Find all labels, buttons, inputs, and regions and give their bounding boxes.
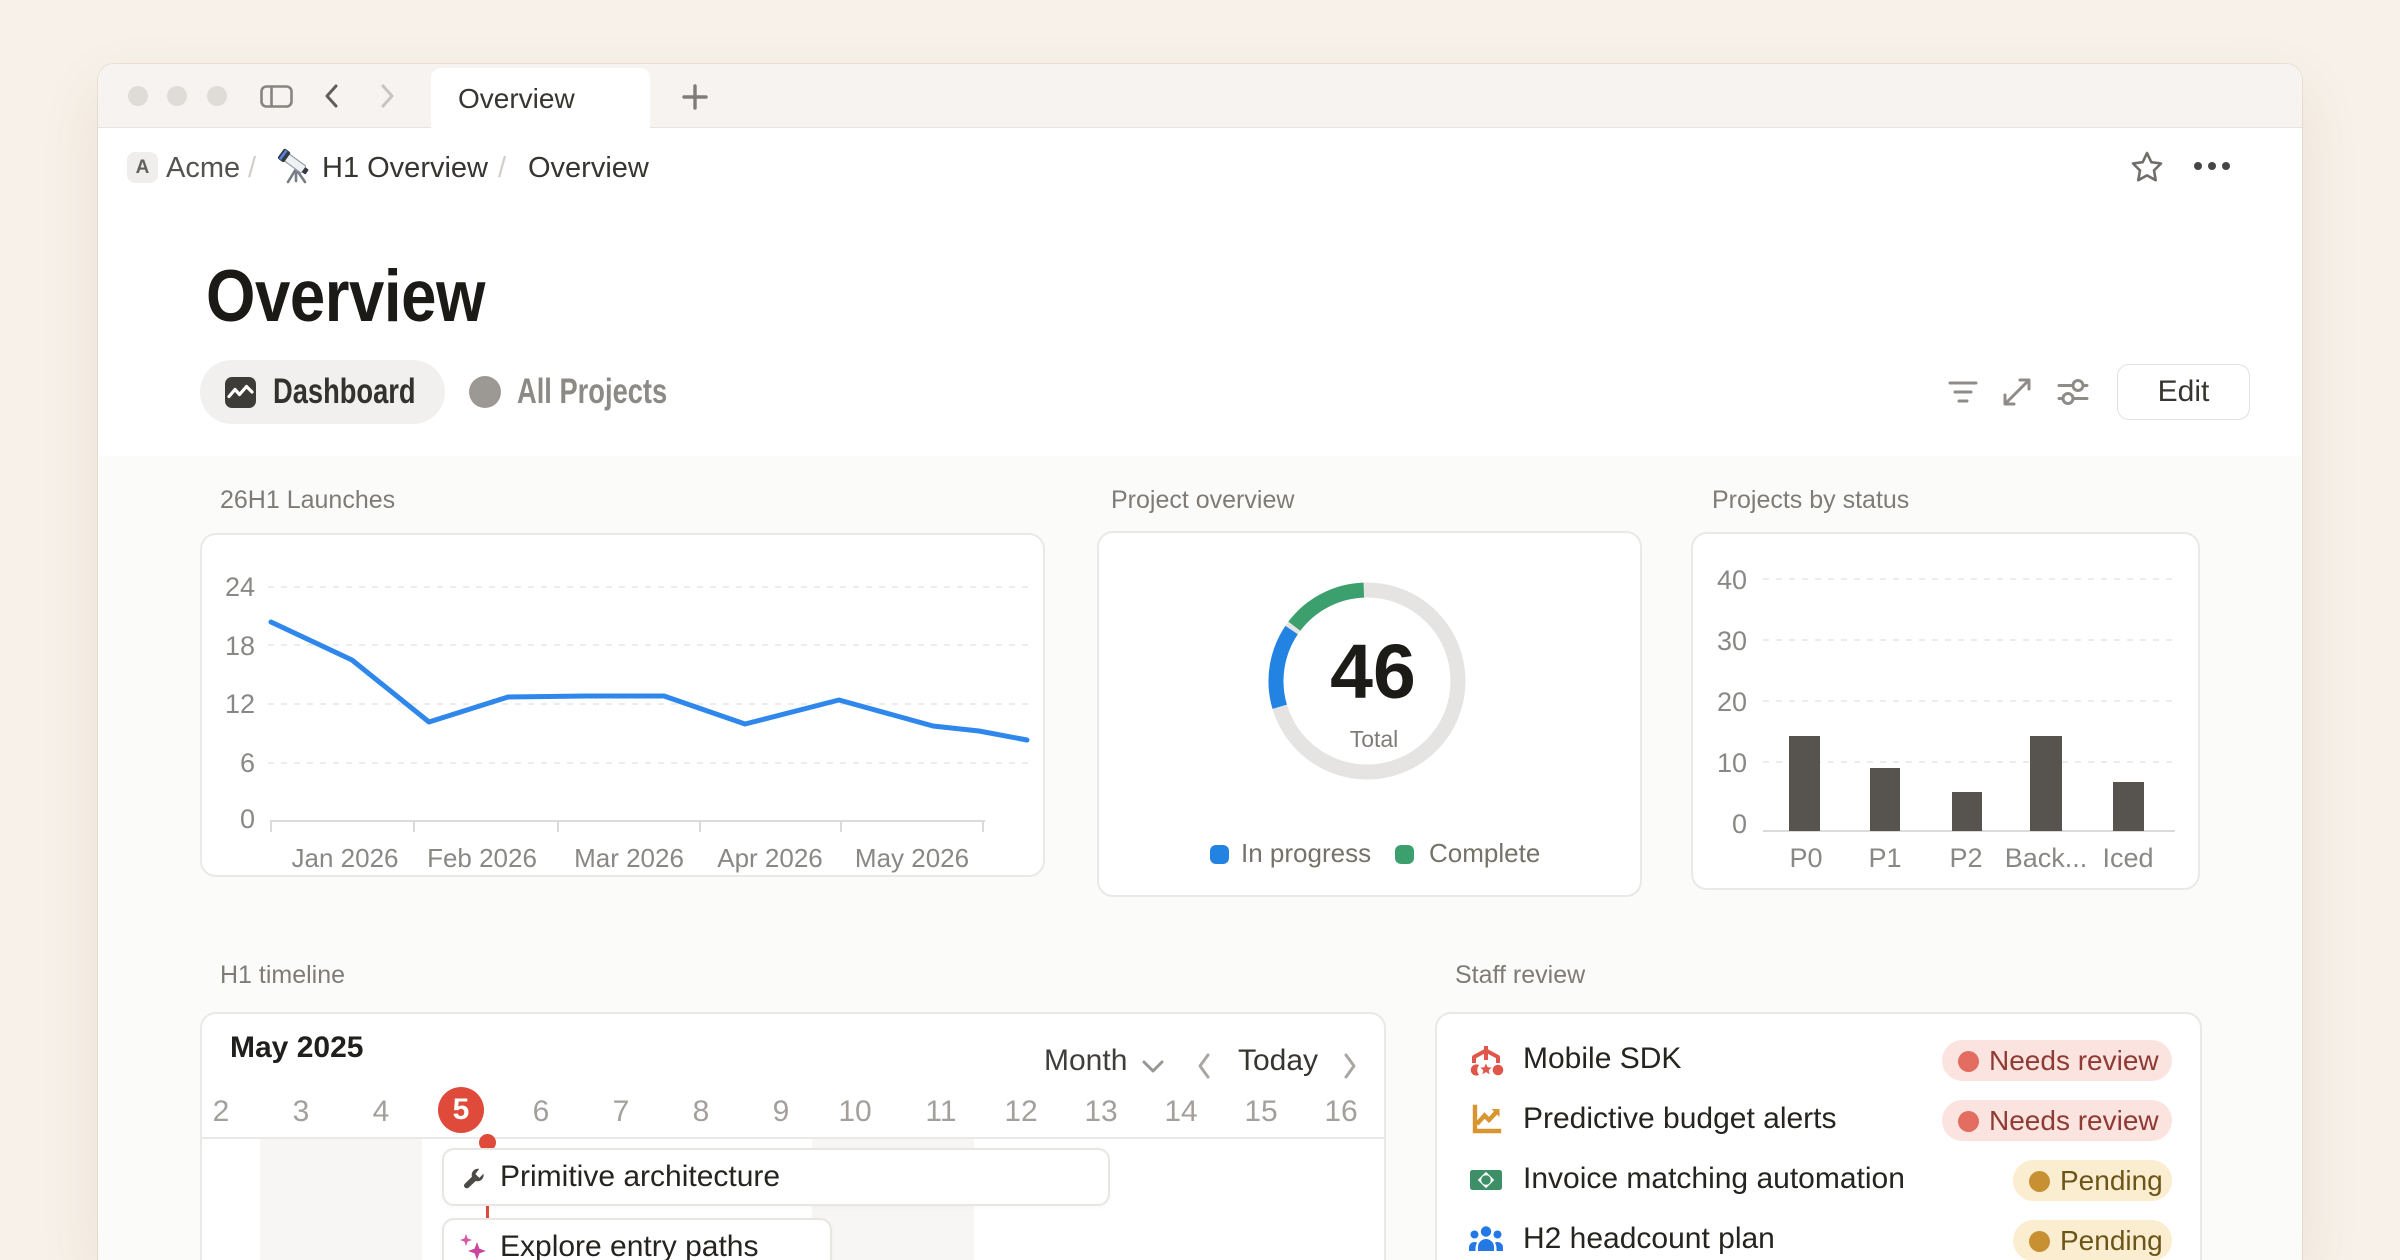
- svg-text:Total: Total: [1350, 726, 1399, 752]
- svg-text:40: 40: [1717, 565, 1747, 595]
- svg-text:0: 0: [240, 804, 255, 834]
- svg-text:12: 12: [225, 689, 255, 719]
- svg-text:Iced: Iced: [2102, 843, 2153, 873]
- svg-text:Jan 2026: Jan 2026: [292, 843, 399, 873]
- svg-text:10: 10: [1717, 748, 1747, 778]
- svg-text:30: 30: [1717, 626, 1747, 656]
- svg-text:6: 6: [240, 748, 255, 778]
- svg-text:Back...: Back...: [2005, 843, 2088, 873]
- svg-text:Complete: Complete: [1429, 838, 1540, 868]
- svg-text:0: 0: [1732, 809, 1747, 839]
- svg-text:Feb 2026: Feb 2026: [427, 843, 537, 873]
- svg-text:P1: P1: [1868, 843, 1901, 873]
- svg-text:P0: P0: [1789, 843, 1822, 873]
- svg-text:Mar 2026: Mar 2026: [574, 843, 684, 873]
- svg-text:20: 20: [1717, 687, 1747, 717]
- svg-text:In progress: In progress: [1241, 838, 1371, 868]
- svg-text:24: 24: [225, 572, 255, 602]
- svg-text:Apr 2026: Apr 2026: [717, 843, 823, 873]
- svg-text:46: 46: [1330, 629, 1416, 715]
- svg-text:May 2026: May 2026: [855, 843, 969, 873]
- svg-text:18: 18: [225, 631, 255, 661]
- svg-text:P2: P2: [1949, 843, 1982, 873]
